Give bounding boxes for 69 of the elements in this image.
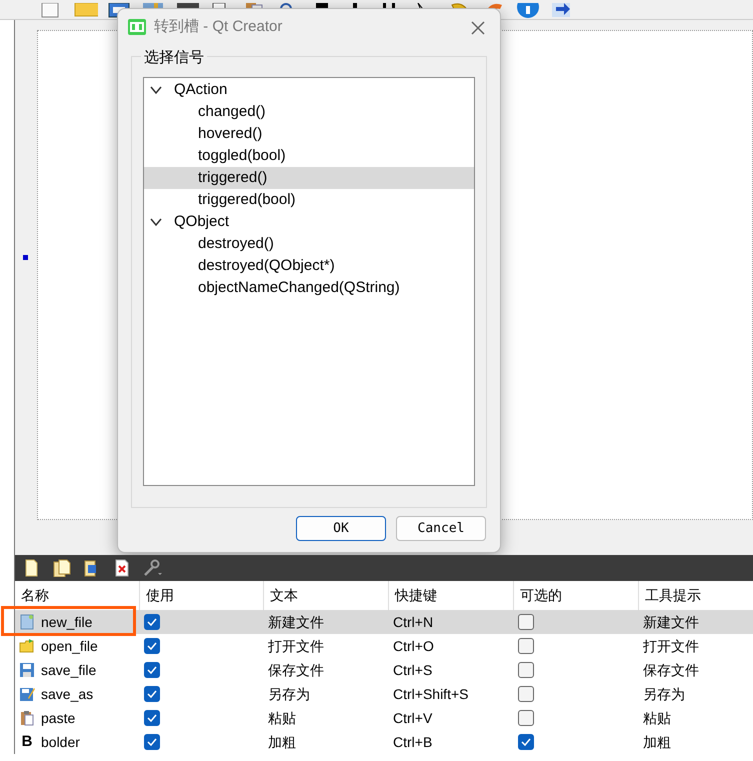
table-cell-text: 保存文件	[642, 660, 700, 680]
checkbox[interactable]	[144, 710, 160, 726]
action-name[interactable]: new_file	[15, 610, 140, 634]
table-cell-text: 另存为	[642, 684, 686, 704]
checkbox[interactable]	[518, 734, 534, 750]
check-icon	[146, 737, 158, 747]
table-cell: 新建文件	[264, 610, 389, 634]
check-icon	[146, 641, 158, 651]
ok-button[interactable]: OK	[296, 516, 386, 541]
cancel-button[interactable]: Cancel	[396, 516, 486, 541]
floppy-pencil-icon	[19, 686, 35, 702]
tree-item[interactable]: hovered()	[144, 123, 474, 145]
action-name[interactable]: save_as	[15, 682, 140, 706]
action-name[interactable]: paste	[15, 706, 140, 730]
tree-item[interactable]: objectNameChanged(QString)	[144, 277, 474, 299]
check-icon	[146, 689, 158, 699]
checkbox[interactable]	[144, 614, 160, 630]
table-cell-text: 打开文件	[642, 636, 700, 656]
tree-item[interactable]: toggled(bool)	[144, 145, 474, 167]
resize-handle[interactable]	[23, 255, 28, 260]
tree-item[interactable]: QAction	[144, 79, 474, 101]
checkbox[interactable]	[518, 638, 534, 654]
action-name[interactable]: B bolder	[15, 730, 140, 754]
checkbox[interactable]	[518, 686, 534, 702]
table-cell-text: 加粗	[642, 732, 672, 752]
table-cell-text: Ctrl+V	[392, 708, 434, 728]
table-cell-text: Ctrl+O	[392, 636, 435, 656]
bold-icon: B	[19, 730, 35, 754]
check-icon	[520, 737, 532, 747]
table-cell-text: Ctrl+S	[392, 660, 434, 680]
info-icon[interactable]	[516, 3, 540, 19]
check-icon	[146, 665, 158, 675]
app-icon	[128, 19, 146, 35]
tree-item[interactable]: QObject	[144, 211, 474, 233]
table-cell: 新建文件	[639, 610, 753, 634]
documents-icon[interactable]	[53, 559, 73, 577]
checkbox[interactable]	[144, 638, 160, 654]
checkbox[interactable]	[144, 662, 160, 678]
tree-item[interactable]: destroyed()	[144, 233, 474, 255]
action-name[interactable]: open_file	[15, 634, 140, 658]
table-cell: Ctrl+N	[389, 610, 514, 634]
dialog-title: 转到槽 - Qt Creator	[154, 16, 282, 37]
check-icon	[146, 617, 158, 627]
document-icon	[19, 614, 35, 630]
tree-item[interactable]: triggered(bool)	[144, 189, 474, 211]
table-cell-text: 粘贴	[267, 708, 297, 728]
folder-icon	[19, 638, 35, 654]
table-cell-text: 保存文件	[267, 660, 325, 680]
collapse-icon[interactable]	[150, 216, 162, 228]
collapse-icon[interactable]	[150, 84, 162, 96]
tree-item[interactable]: destroyed(QObject*)	[144, 255, 474, 277]
table-cell-text: 另存为	[267, 684, 311, 704]
table-cell-text: Ctrl+Shift+S	[392, 684, 470, 704]
floppy-icon	[19, 662, 35, 678]
check-icon	[146, 713, 158, 723]
table-cell-text: 加粗	[267, 732, 297, 752]
table-cell-text: Ctrl+B	[392, 732, 434, 752]
checkbox[interactable]	[144, 686, 160, 702]
table-cell-text: 粘贴	[642, 708, 672, 728]
clipboard-icon	[19, 710, 35, 726]
tree-item[interactable]: triggered()	[144, 167, 474, 189]
action-name[interactable]: save_file	[15, 658, 140, 682]
checkbox[interactable]	[518, 710, 534, 726]
checkbox[interactable]	[144, 734, 160, 750]
close-icon[interactable]	[470, 20, 486, 36]
table-cell-text: 打开文件	[267, 636, 325, 656]
checkbox[interactable]	[518, 662, 534, 678]
checkbox[interactable]	[518, 614, 534, 630]
tree-item[interactable]: changed()	[144, 101, 474, 123]
